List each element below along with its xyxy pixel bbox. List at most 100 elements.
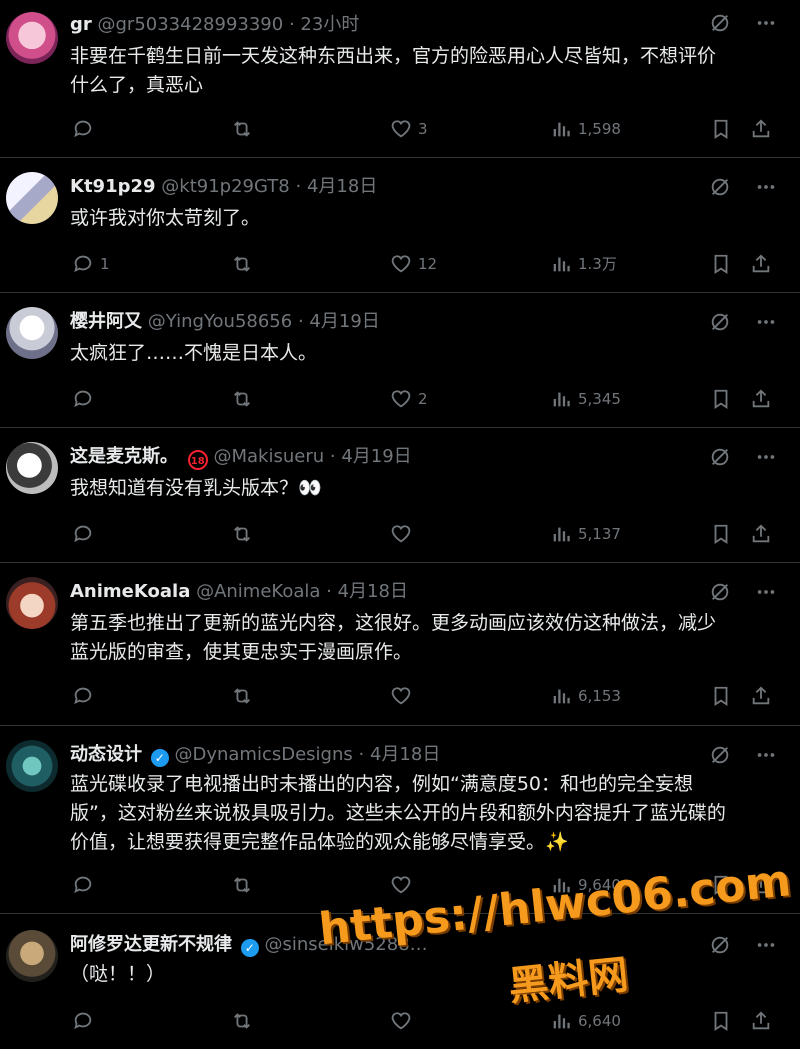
avatar[interactable] xyxy=(6,12,58,64)
views-count: 1,598 xyxy=(578,119,621,138)
like-button[interactable]: 12 xyxy=(390,251,437,275)
bookmark-button[interactable] xyxy=(710,251,732,275)
views-button[interactable]: 9,640 xyxy=(550,872,621,896)
timestamp[interactable]: 4月18日 xyxy=(338,581,408,602)
like-button[interactable] xyxy=(390,872,418,896)
user-name[interactable]: 阿修罗达更新不规律 xyxy=(70,934,232,955)
retweet-button[interactable] xyxy=(230,251,260,275)
bookmark-button[interactable] xyxy=(710,116,732,140)
grok-icon[interactable] xyxy=(709,12,731,34)
bookmark-button[interactable] xyxy=(710,872,732,896)
tweet-text: 或许我对你太苛刻了。 xyxy=(70,204,782,233)
like-button[interactable]: 3 xyxy=(390,116,428,140)
grok-icon[interactable] xyxy=(709,311,731,333)
avatar[interactable] xyxy=(6,172,58,224)
more-icon[interactable] xyxy=(754,12,778,34)
grok-icon[interactable] xyxy=(709,446,731,468)
reply-button[interactable] xyxy=(72,386,100,410)
timestamp[interactable]: 4月19日 xyxy=(309,311,379,332)
avatar[interactable] xyxy=(6,930,58,982)
tweet[interactable]: Kt91p29 @kt91p29GT8 · 4月18日 或许我对你太苛刻了。 1… xyxy=(0,158,800,293)
bookmark-icon xyxy=(714,875,728,895)
share-button[interactable] xyxy=(750,251,772,275)
retweet-button[interactable] xyxy=(230,1008,260,1032)
tweet[interactable]: 阿修罗达更新不规律 ✓ @sinseikiw5288… （哒！！） 6,640 xyxy=(0,914,800,1049)
views-icon xyxy=(553,257,570,271)
user-handle[interactable]: @gr5033428993390 xyxy=(98,14,284,35)
grok-icon[interactable] xyxy=(709,744,731,766)
retweet-button[interactable] xyxy=(230,521,260,545)
like-button[interactable]: 2 xyxy=(390,386,428,410)
share-button[interactable] xyxy=(750,386,772,410)
timestamp[interactable]: 23小时 xyxy=(300,14,359,35)
bookmark-button[interactable] xyxy=(710,521,732,545)
user-name[interactable]: Kt91p29 xyxy=(70,176,156,197)
user-handle[interactable]: @DynamicsDesigns xyxy=(174,744,352,765)
more-icon[interactable] xyxy=(754,176,778,198)
views-button[interactable]: 5,137 xyxy=(550,521,621,545)
views-icon xyxy=(553,527,570,541)
tweet[interactable]: AnimeKoala @AnimeKoala · 4月18日 第五季也推出了更新… xyxy=(0,563,800,726)
retweet-button[interactable] xyxy=(230,872,260,896)
user-handle[interactable]: @Makisueru xyxy=(213,446,324,467)
timestamp[interactable]: 4月19日 xyxy=(341,446,411,467)
like-button[interactable] xyxy=(390,1008,418,1032)
reply-button[interactable]: 1 xyxy=(72,251,110,275)
tweet[interactable]: gr @gr5033428993390 · 23小时 非要在千鹤生日前一天发这种… xyxy=(0,0,800,158)
views-button[interactable]: 6,640 xyxy=(550,1008,621,1032)
user-handle[interactable]: @YingYou58656 xyxy=(148,311,292,332)
avatar[interactable] xyxy=(6,740,58,792)
tweet[interactable]: 这是麦克斯。 18 @Makisueru · 4月19日 我想知道有没有乳头版本… xyxy=(0,428,800,563)
more-icon[interactable] xyxy=(754,311,778,333)
avatar[interactable] xyxy=(6,307,58,359)
share-button[interactable] xyxy=(750,1008,772,1032)
reply-button[interactable] xyxy=(72,683,100,707)
tweet-top-icons xyxy=(709,12,778,38)
views-button[interactable]: 1.3万 xyxy=(550,251,617,275)
grok-icon[interactable] xyxy=(709,581,731,603)
user-handle[interactable]: @AnimeKoala xyxy=(196,581,320,602)
views-button[interactable]: 1,598 xyxy=(550,116,621,140)
reply-button[interactable] xyxy=(72,116,100,140)
share-button[interactable] xyxy=(750,116,772,140)
bookmark-button[interactable] xyxy=(710,1008,732,1032)
tweet[interactable]: 动态设计 ✓ @DynamicsDesigns · 4月18日 蓝光碟收录了电视… xyxy=(0,726,800,914)
timestamp[interactable]: 4月18日 xyxy=(307,176,377,197)
tweet-text: 我想知道有没有乳头版本？👀 xyxy=(70,474,782,503)
user-name[interactable]: 这是麦克斯。 xyxy=(70,446,178,467)
reply-icon xyxy=(74,1012,92,1029)
reply-icon xyxy=(74,876,92,893)
bookmark-button[interactable] xyxy=(710,683,732,707)
grok-icon[interactable] xyxy=(709,176,731,198)
avatar[interactable] xyxy=(6,442,58,494)
views-button[interactable]: 5,345 xyxy=(550,386,621,410)
user-handle[interactable]: @sinseikiw5288… xyxy=(264,934,427,955)
more-icon[interactable] xyxy=(754,581,778,603)
views-button[interactable]: 6,153 xyxy=(550,683,621,707)
retweet-button[interactable] xyxy=(230,116,260,140)
verified-icon: ✓ xyxy=(240,939,259,957)
like-button[interactable] xyxy=(390,683,418,707)
grok-icon[interactable] xyxy=(709,934,731,956)
reply-button[interactable] xyxy=(72,872,100,896)
like-button[interactable] xyxy=(390,521,418,545)
retweet-button[interactable] xyxy=(230,386,260,410)
share-button[interactable] xyxy=(750,872,772,896)
share-button[interactable] xyxy=(750,521,772,545)
tweet[interactable]: 樱井阿又 @YingYou58656 · 4月19日 太疯狂了……不愧是日本人。… xyxy=(0,293,800,428)
user-name[interactable]: 动态设计 xyxy=(70,744,142,765)
retweet-button[interactable] xyxy=(230,683,260,707)
user-handle[interactable]: @kt91p29GT8 xyxy=(161,176,289,197)
more-icon[interactable] xyxy=(754,446,778,468)
user-name[interactable]: AnimeKoala xyxy=(70,581,190,602)
reply-button[interactable] xyxy=(72,1008,100,1032)
reply-button[interactable] xyxy=(72,521,100,545)
share-button[interactable] xyxy=(750,683,772,707)
user-name[interactable]: 樱井阿又 xyxy=(70,311,142,332)
more-icon[interactable] xyxy=(754,934,778,956)
timestamp[interactable]: 4月18日 xyxy=(370,744,440,765)
user-name[interactable]: gr xyxy=(70,14,92,35)
more-icon[interactable] xyxy=(754,744,778,766)
avatar[interactable] xyxy=(6,577,58,629)
bookmark-button[interactable] xyxy=(710,386,732,410)
